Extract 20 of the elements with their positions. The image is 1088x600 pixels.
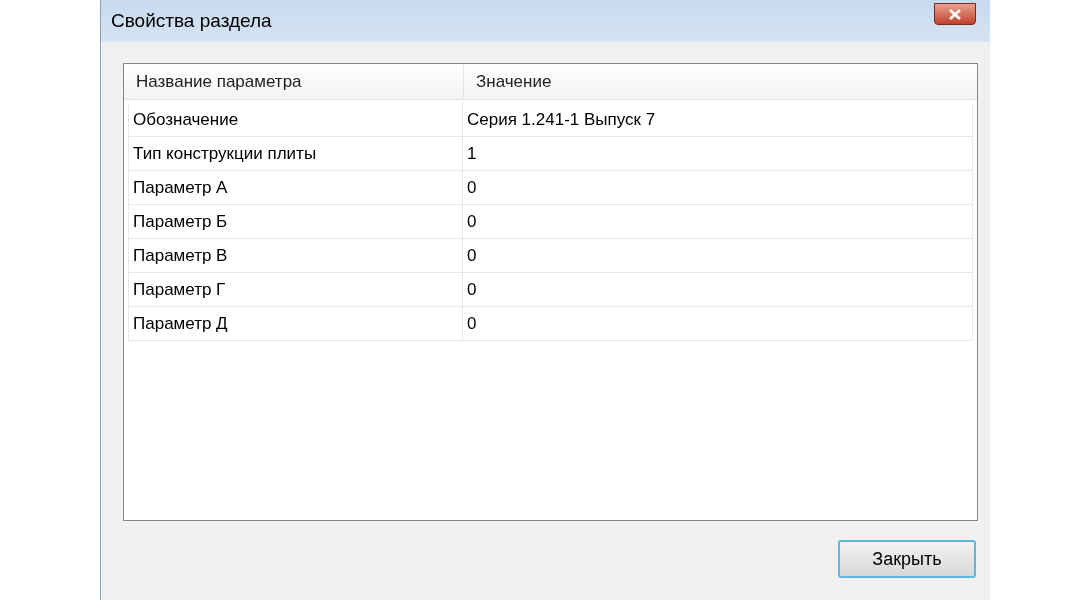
- table-cell-text: 0: [466, 244, 478, 267]
- table-cell: Параметр В: [129, 239, 463, 272]
- column-header[interactable]: Значение: [464, 64, 977, 99]
- table-cell: Параметр Г: [129, 273, 463, 306]
- column-header[interactable]: Название параметра: [124, 64, 464, 99]
- table-cell-text: 0: [466, 210, 478, 233]
- table-cell: Обозначение: [129, 103, 463, 136]
- table-cell: Параметр Б: [129, 205, 463, 238]
- close-dialog-button[interactable]: Закрыть: [838, 540, 976, 578]
- close-button[interactable]: [934, 3, 976, 25]
- window-title: Свойства раздела: [111, 8, 272, 33]
- table-cell-text: 0: [466, 176, 478, 199]
- table-cell-text: 1: [466, 142, 478, 165]
- close-icon: [949, 8, 961, 20]
- table-cell-text: 0: [466, 278, 478, 301]
- table-cell-text: Серия 1.241-1 Выпуск 7: [466, 108, 657, 131]
- table-cell-text: 0: [466, 312, 478, 335]
- table-cell: Параметр Д: [129, 307, 463, 340]
- table-cell: Параметр А: [129, 171, 463, 204]
- table-cell: Тип конструкции плиты: [129, 137, 463, 170]
